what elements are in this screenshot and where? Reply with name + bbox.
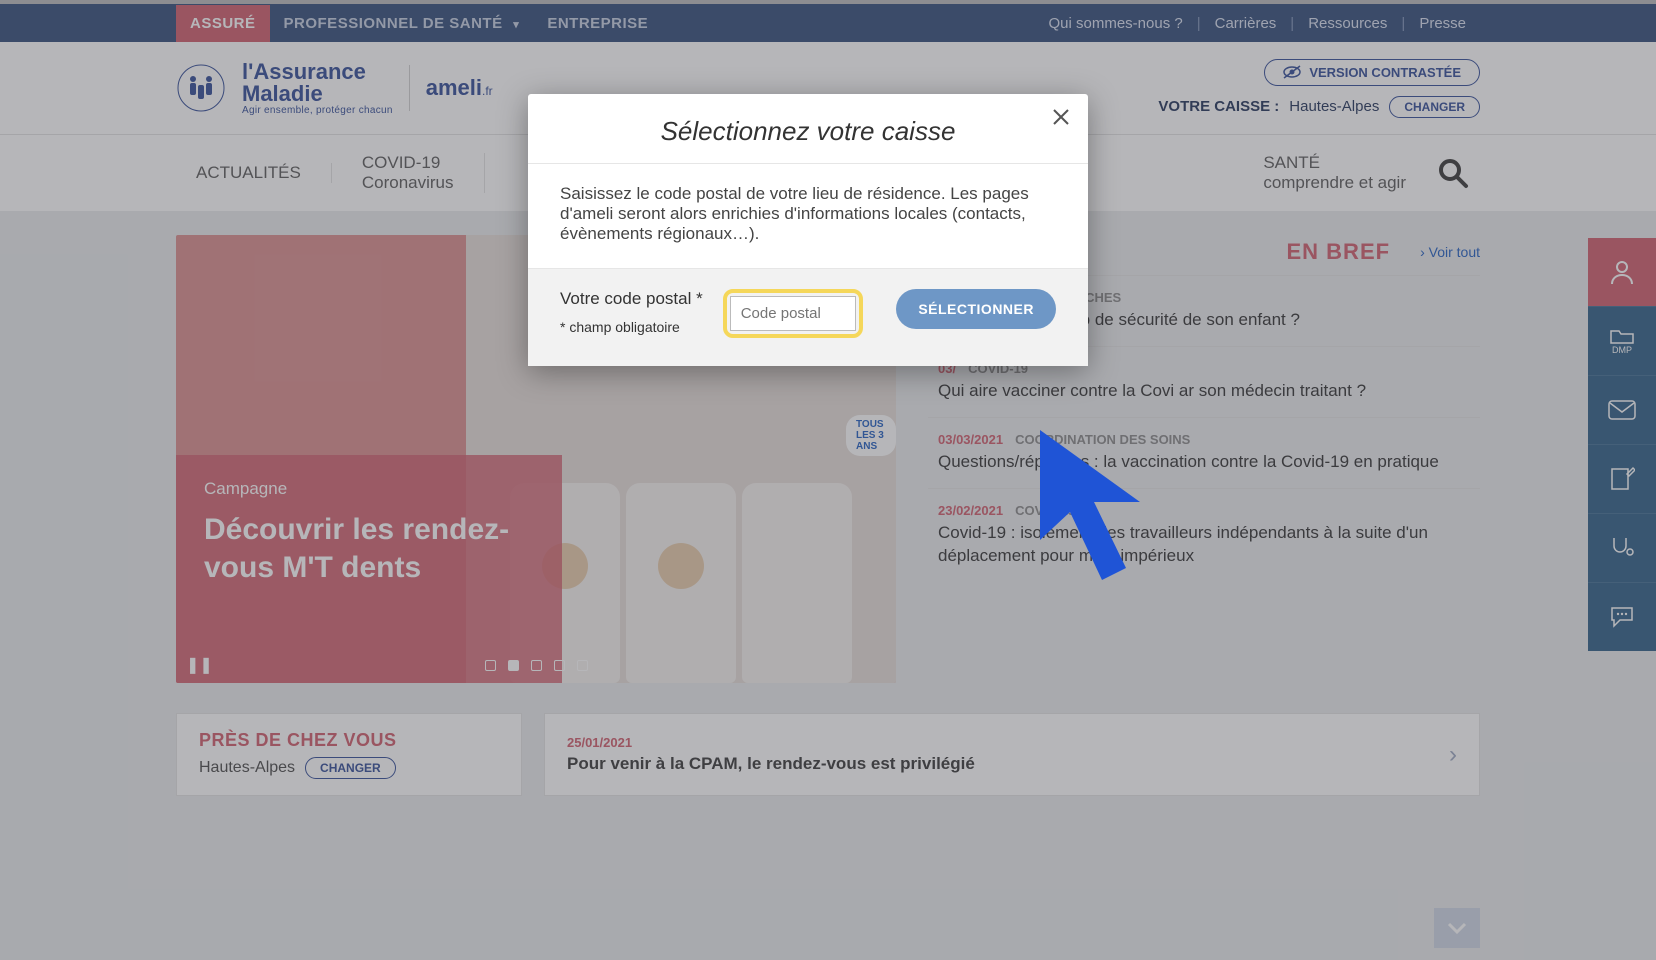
close-button[interactable] [1052, 108, 1074, 130]
mandatory-note: * champ obligatoire [560, 319, 703, 335]
close-icon [1052, 108, 1070, 126]
select-button[interactable]: SÉLECTIONNER [896, 289, 1056, 329]
modal-body: Saisissez le code postal de votre lieu d… [528, 163, 1088, 269]
postal-code-highlight [723, 289, 863, 338]
modal-title: Sélectionnez votre caisse [552, 116, 1064, 147]
postal-code-label: Votre code postal * [560, 289, 703, 309]
select-caisse-modal: Sélectionnez votre caisse Saisissez le c… [528, 94, 1088, 366]
postal-code-input[interactable] [730, 296, 856, 331]
